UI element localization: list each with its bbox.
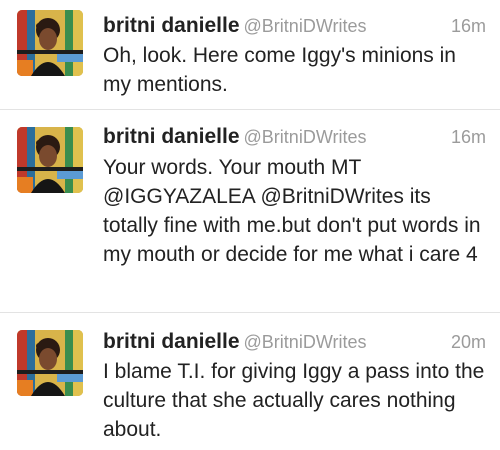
tweet-header: britni danielle @BritniDWrites 20m: [103, 330, 486, 356]
tweet-header: britni danielle @BritniDWrites 16m: [103, 125, 486, 151]
tweet-text: Your words. Your mouth MT @IGGYAZALEA @B…: [103, 156, 481, 266]
avatar-image: [17, 127, 83, 193]
tweet-text: I blame T.I. for giving Iggy a pass into…: [103, 360, 485, 441]
tweet-timeline: britni danielle @BritniDWrites 16m Oh, lo…: [0, 0, 500, 450]
tweet[interactable]: britni danielle @BritniDWrites 16m Oh, lo…: [0, 0, 500, 110]
tweet-timestamp[interactable]: 16m: [451, 127, 486, 148]
author-name[interactable]: britni danielle: [103, 14, 240, 37]
author-handle[interactable]: @BritniDWrites: [244, 127, 367, 147]
tweet[interactable]: britni danielle @BritniDWrites 16m Your w…: [0, 110, 500, 313]
avatar[interactable]: [17, 10, 83, 76]
author-name[interactable]: britni danielle: [103, 125, 240, 148]
avatar-image: [17, 330, 83, 396]
tweet-timestamp[interactable]: 20m: [451, 332, 486, 353]
tweet-timestamp[interactable]: 16m: [451, 16, 486, 37]
avatar[interactable]: [17, 330, 83, 396]
tweet-text: Oh, look. Here come Iggy's minions in my…: [103, 44, 456, 96]
author-name[interactable]: britni danielle: [103, 330, 240, 353]
tweet-header: britni danielle @BritniDWrites 16m: [103, 14, 486, 40]
author-handle[interactable]: @BritniDWrites: [244, 16, 367, 36]
avatar[interactable]: [17, 127, 83, 193]
avatar-image: [17, 10, 83, 76]
tweet[interactable]: britni danielle @BritniDWrites 20m I blam…: [0, 313, 500, 450]
author-handle[interactable]: @BritniDWrites: [244, 332, 367, 352]
